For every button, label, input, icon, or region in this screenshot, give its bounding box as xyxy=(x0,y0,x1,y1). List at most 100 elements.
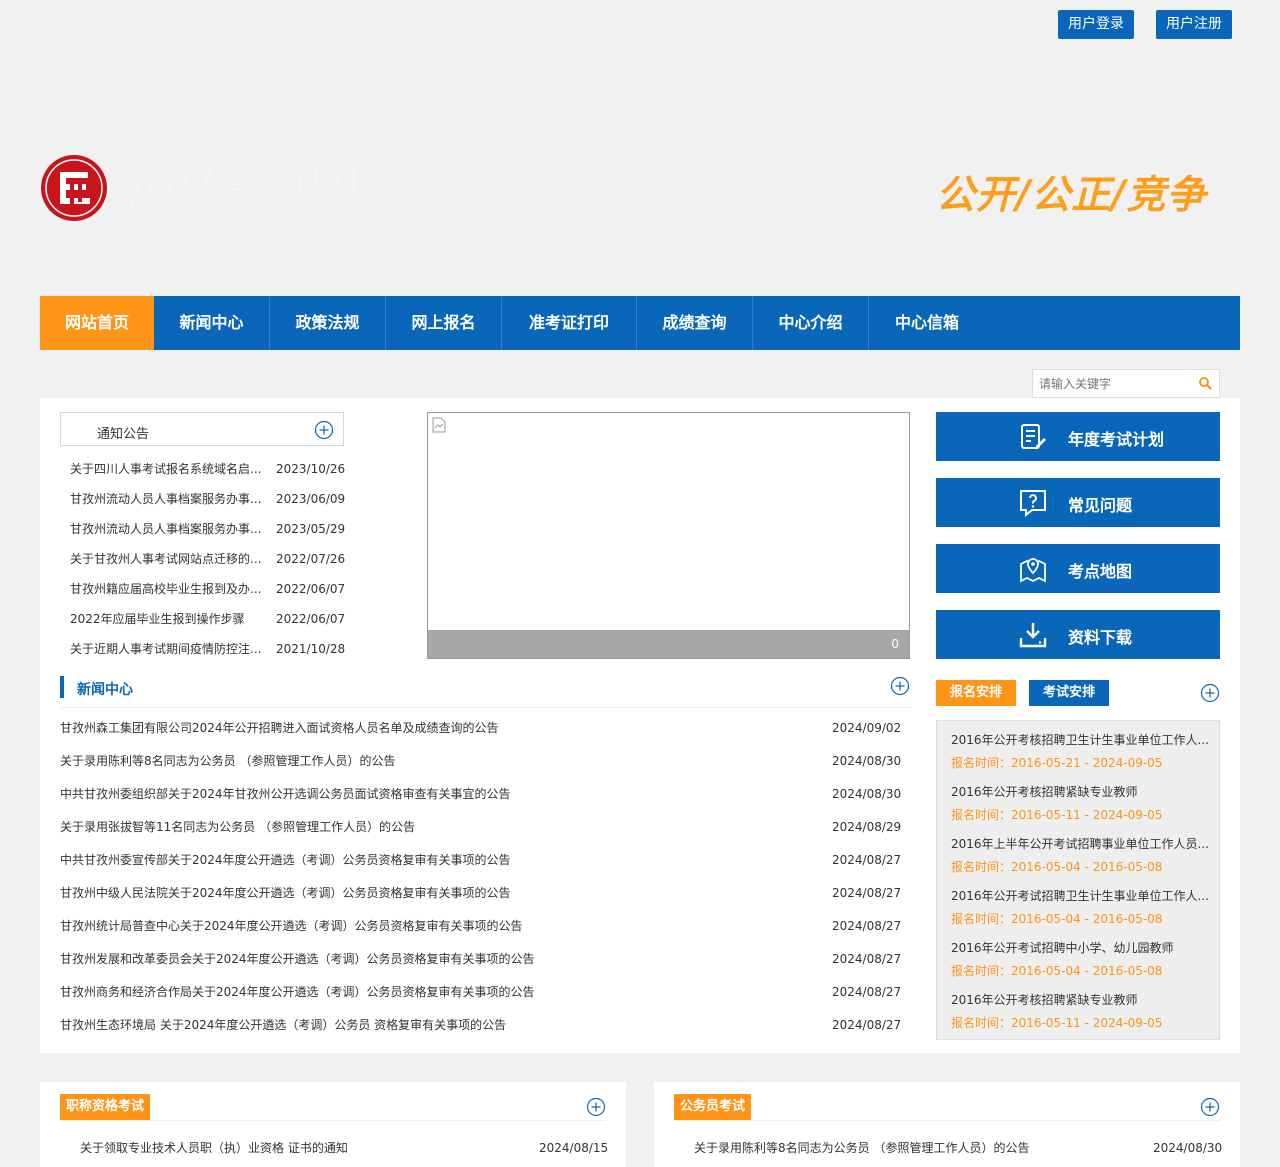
notice-item-title[interactable]: 甘孜州流动人员人事档案服务办事... xyxy=(70,484,266,514)
download-button[interactable]: 资料下载 xyxy=(936,610,1220,659)
news-item-date: 2024/08/27 xyxy=(832,853,902,867)
notice-item-title[interactable]: 2022年应届毕业生报到操作步骤 xyxy=(70,604,266,634)
register-button[interactable]: 用户注册 xyxy=(1156,10,1232,39)
plan-document-icon xyxy=(1021,424,1046,449)
annual-plan-button[interactable]: 年度考试计划 xyxy=(936,412,1220,461)
panel-tag: 职称资格考试 xyxy=(60,1094,151,1120)
list-item[interactable]: 关于录用张拔智等11名同志为公务员 （参照管理工作人员）的公告 2024/08/2… xyxy=(60,811,910,844)
notice-item-title[interactable]: 关于甘孜州人事考试网站点迁移的... xyxy=(70,544,266,574)
login-button[interactable]: 用户登录 xyxy=(1058,10,1134,39)
search-input[interactable] xyxy=(1033,370,1188,397)
notice-item-date: 2023/06/09 xyxy=(276,492,346,506)
nav-item-home[interactable]: 网站首页 xyxy=(40,296,154,350)
tab-exam-schedule[interactable]: 考试安排 xyxy=(1029,680,1110,706)
more-plus-icon[interactable] xyxy=(890,676,910,696)
list-item[interactable]: 甘孜州生态环境局 关于2024年度公开遴选（考调）公务员 资格复审有关事项的公告… xyxy=(60,1009,910,1042)
news-item-date: 2024/09/02 xyxy=(832,721,902,735)
list-item[interactable]: 甘孜州流动人员人事档案服务办事... 2023/06/09 xyxy=(70,484,360,514)
nav-item-registration[interactable]: 网上报名 xyxy=(386,296,502,350)
notice-item-title[interactable]: 甘孜州籍应届高校毕业生报到及办... xyxy=(70,574,266,604)
list-item[interactable]: 关于近期人事考试期间疫情防控注... 2021/10/28 xyxy=(70,634,360,664)
list-item[interactable]: 关于四川人事考试报名系统域名启... 2023/10/26 xyxy=(70,454,360,484)
list-item[interactable]: 甘孜州森工集团有限公司2024年公开招聘进入面试资格人员名单及成绩查询的公告 20… xyxy=(60,712,910,745)
schedule-item-name[interactable]: 2016年公开考核招聘紧缺专业教师 xyxy=(951,782,1213,802)
news-item-date: 2024/08/29 xyxy=(832,820,902,834)
schedule-list: 2016年公开考核招聘卫生计生事业单位工作人... 报名时间：2016-05-21… xyxy=(936,720,1220,1040)
schedule-item-name[interactable]: 2016年公开考核招聘紧缺专业教师 xyxy=(951,990,1213,1010)
news-item-title[interactable]: 关于录用张拔智等11名同志为公务员 （参照管理工作人员）的公告 xyxy=(60,811,800,844)
list-item[interactable]: 2016年上半年公开考试招聘事业单位工作人员... 报名时间：2016-05-04… xyxy=(951,834,1213,877)
more-plus-icon[interactable] xyxy=(586,1097,606,1117)
list-item[interactable]: 关于甘孜州人事考试网站点迁移的... 2022/07/26 xyxy=(70,544,360,574)
map-pin-icon xyxy=(1020,558,1046,583)
list-item[interactable]: 甘孜州商务和经济合作局关于2024年度公开遴选（考调）公务员资格复审有关事项的公… xyxy=(60,976,910,1009)
panel-item-title[interactable]: 关于录用陈利等8名同志为公务员 （参照管理工作人员）的公告 xyxy=(694,1136,1029,1160)
schedule-item-name[interactable]: 2016年上半年公开考试招聘事业单位工作人员... xyxy=(951,834,1213,854)
notice-item-title[interactable]: 关于近期人事考试期间疫情防控注... xyxy=(70,634,266,664)
nav-item-score-query[interactable]: 成绩查询 xyxy=(637,296,753,350)
list-item[interactable]: 2016年公开考核招聘卫生计生事业单位工作人... 报名时间：2016-05-21… xyxy=(951,730,1213,773)
list-item[interactable]: 甘孜州统计局普查中心关于2024年度公开遴选（考调）公务员资格复审有关事项的公告… xyxy=(60,910,910,943)
news-item-title[interactable]: 甘孜州生态环境局 关于2024年度公开遴选（考调）公务员 资格复审有关事项的公告 xyxy=(60,1009,800,1042)
notice-item-date: 2022/06/07 xyxy=(276,612,346,626)
more-plus-icon[interactable] xyxy=(1200,1097,1220,1117)
qualification-exam-panel: 职称资格考试 关于领取专业技术人员职（执）业资格 证书的通知 2024/08/1… xyxy=(40,1082,626,1167)
top-bar: 欢迎访问甘孜人事考试网站！今天是 2024年09月06日 星期五 用户登录 用户… xyxy=(0,0,1280,50)
list-item[interactable]: 中共甘孜州委宣传部关于2024年度公开遴选（考调）公务员资格复审有关事项的公告 2… xyxy=(60,844,910,877)
notice-item-date: 2021/10/28 xyxy=(276,642,346,656)
panel-item-title[interactable]: 关于领取专业技术人员职（执）业资格 证书的通知 xyxy=(80,1136,348,1160)
news-item-date: 2024/08/27 xyxy=(832,952,902,966)
site-slogan: 公开/公正/竞争 xyxy=(936,173,1207,218)
search-icon[interactable] xyxy=(1198,376,1212,390)
news-item-title[interactable]: 甘孜州商务和经济合作局关于2024年度公开遴选（考调）公务员资格复审有关事项的公… xyxy=(60,976,800,1009)
nav-item-news[interactable]: 新闻中心 xyxy=(154,296,270,350)
list-item[interactable]: 关于录用陈利等8名同志为公务员 （参照管理工作人员）的公告 2024/08/30 xyxy=(60,745,910,778)
nav-item-about[interactable]: 中心介绍 xyxy=(753,296,869,350)
list-item[interactable]: 2016年公开考核招聘紧缺专业教师报名时间：2016-05-11 - 2024-… xyxy=(951,782,1213,825)
news-item-date: 2024/08/30 xyxy=(832,787,902,801)
notice-item-title[interactable]: 关于四川人事考试报名系统域名启... xyxy=(70,454,266,484)
schedule-tabs: 报名安排 考试安排 xyxy=(936,680,1220,706)
schedule-item-name[interactable]: 2016年公开考试招聘卫生计生事业单位工作人... xyxy=(951,886,1213,906)
news-item-title[interactable]: 甘孜州统计局普查中心关于2024年度公开遴选（考调）公务员资格复审有关事项的公告 xyxy=(60,910,800,943)
news-item-date: 2024/08/27 xyxy=(832,985,902,999)
list-item[interactable]: 2016年公开考试招聘中小学、幼儿园教师 报名时间：2016-05-04 - 20… xyxy=(951,938,1213,981)
news-item-title[interactable]: 中共甘孜州委组织部关于2024年甘孜州公开选调公务员面试资格审查有关事宜的公告 xyxy=(60,778,800,811)
site-url: http://gzzrsks.com.cn/ xyxy=(128,194,372,219)
more-plus-icon[interactable] xyxy=(1200,683,1220,703)
list-item[interactable]: 甘孜州籍应届高校毕业生报到及办... 2022/06/07 xyxy=(70,574,360,604)
main-panel: 通知公告 关于四川人事考试报名系统域名启... 2023/10/26 甘孜州流动人… xyxy=(40,398,1240,1053)
more-plus-icon[interactable] xyxy=(314,420,334,440)
news-item-title[interactable]: 甘孜州发展和改革委员会关于2024年度公开遴选（考调）公务员资格复审有关事项的公… xyxy=(60,943,800,976)
schedule-item-period: 报名时间：2016-05-11 - 2024-09-05 xyxy=(951,808,1163,822)
list-item[interactable]: 中共甘孜州委组织部关于2024年甘孜州公开选调公务员面试资格审查有关事宜的公告 2… xyxy=(60,778,910,811)
list-item[interactable]: 2016年公开考试招聘卫生计生事业单位工作人... 报名时间：2016-05-04… xyxy=(951,886,1213,929)
nav-item-admission-ticket[interactable]: 准考证打印 xyxy=(502,296,637,350)
news-item-title[interactable]: 甘孜州中级人民法院关于2024年度公开遴选（考调）公务员资格复审有关事项的公告 xyxy=(60,877,800,910)
news-item-title[interactable]: 甘孜州森工集团有限公司2024年公开招聘进入面试资格人员名单及成绩查询的公告 xyxy=(60,712,800,745)
panel-item-date: 2024/08/30 xyxy=(1153,1141,1223,1155)
nav-item-policy[interactable]: 政策法规 xyxy=(270,296,386,350)
nav-item-mailbox[interactable]: 中心信箱 xyxy=(869,296,985,350)
list-item[interactable]: 甘孜州流动人员人事档案服务办事... 2023/05/29 xyxy=(70,514,360,544)
schedule-item-name[interactable]: 2016年公开考试招聘中小学、幼儿园教师 xyxy=(951,938,1213,958)
news-item-date: 2024/08/27 xyxy=(832,1018,902,1032)
seal-logo-icon[interactable] xyxy=(40,154,108,222)
tab-registration-schedule[interactable]: 报名安排 xyxy=(936,680,1017,706)
notice-item-title[interactable]: 甘孜州流动人员人事档案服务办事... xyxy=(70,514,266,544)
news-item-title[interactable]: 关于录用陈利等8名同志为公务员 （参照管理工作人员）的公告 xyxy=(60,745,800,778)
list-item[interactable]: 甘孜州中级人民法院关于2024年度公开遴选（考调）公务员资格复审有关事项的公告 2… xyxy=(60,877,910,910)
notice-item-date: 2023/05/29 xyxy=(276,522,346,536)
download-label: 资料下载 xyxy=(1068,628,1133,647)
schedule-item-name[interactable]: 2016年公开考核招聘卫生计生事业单位工作人... xyxy=(951,730,1213,750)
list-item[interactable]: 2016年公开考核招聘紧缺专业教师 报名时间：2016-05-11 - 2024-… xyxy=(951,990,1213,1033)
notice-item-date: 2023/10/26 xyxy=(276,462,346,476)
image-slider[interactable]: 0 xyxy=(427,412,910,659)
news-item-title[interactable]: 中共甘孜州委宣传部关于2024年度公开遴选（考调）公务员资格复审有关事项的公告 xyxy=(60,844,800,877)
faq-button[interactable]: 常见问题 xyxy=(936,478,1220,527)
list-item[interactable]: 甘孜州发展和改革委员会关于2024年度公开遴选（考调）公务员资格复审有关事项的公… xyxy=(60,943,910,976)
welcome-text: 欢迎访问甘孜人事考试网站！今天是 2024年09月06日 星期五 xyxy=(40,19,373,33)
list-item[interactable]: 2022年应届毕业生报到操作步骤 2022/06/07 xyxy=(70,604,360,634)
exam-map-button[interactable]: 考点地图 xyxy=(936,544,1220,593)
annual-plan-label: 年度考试计划 xyxy=(1068,430,1165,449)
